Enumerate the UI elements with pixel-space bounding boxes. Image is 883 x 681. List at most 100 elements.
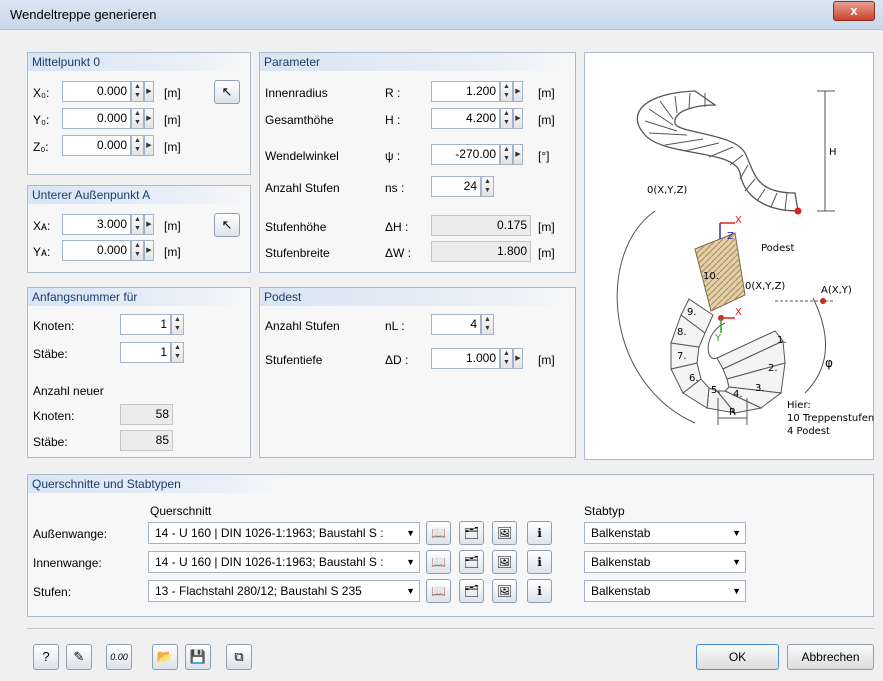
wendelwinkel-symbol: ψ :	[385, 149, 401, 163]
new-section-button[interactable]: 🗂	[459, 550, 484, 574]
y0-spinner[interactable]: ▲ ▼	[131, 108, 144, 129]
edit-section-icon: 🖼	[496, 526, 513, 540]
edit-note-icon: ✎	[73, 649, 85, 664]
new-folder-icon: 🗂	[463, 526, 480, 540]
cancel-button[interactable]: Abbrechen	[787, 644, 874, 670]
comment-button[interactable]: ✎	[66, 644, 92, 670]
stufentiefe-symbol: ΔD :	[385, 353, 409, 367]
new-folder-icon: 🗂	[463, 584, 480, 598]
x0-arrow[interactable]: ▶	[144, 81, 154, 102]
step-label-1: 1.	[777, 335, 787, 346]
aussenwange-label: Außenwange:	[33, 527, 108, 541]
info-icon: ℹ	[537, 555, 542, 569]
edit-section-icon: 🖼	[496, 584, 513, 598]
stufentiefe-spinner[interactable]: ▲ ▼	[500, 348, 513, 369]
edit-section-button[interactable]: 🖼	[492, 579, 517, 603]
stufen-querschnitt-value: 13 - Flachstahl 280/12; Baustahl S 235	[155, 584, 362, 598]
stufentiefe-input[interactable]: 1.000	[431, 348, 500, 369]
staebe-spinner[interactable]: ▲ ▼	[171, 342, 184, 363]
anzahl-stufen-spinner[interactable]: ▲ ▼	[481, 176, 494, 197]
xa-unit: [m]	[164, 219, 181, 233]
innenwange-stabtyp-select[interactable]: Balkenstab ▼	[584, 551, 746, 573]
open-button[interactable]: 📂	[152, 644, 178, 670]
stufen-querschnitt-select[interactable]: 13 - Flachstahl 280/12; Baustahl S 235 ▼	[148, 580, 420, 602]
ya-spinner[interactable]: ▲ ▼	[131, 240, 144, 261]
stufen-stabtyp-select[interactable]: Balkenstab ▼	[584, 580, 746, 602]
close-button[interactable]: x	[833, 1, 875, 21]
open-folder-icon: 📂	[156, 649, 174, 664]
knoten-input[interactable]: 1	[120, 314, 171, 335]
innenradius-input[interactable]: 1.200	[431, 81, 500, 102]
phi-label: φ	[825, 356, 833, 370]
stufenhoehe-symbol: ΔH :	[385, 220, 409, 234]
note-line-3: 4 Podest	[787, 426, 830, 437]
cursor-pick-icon: ↖	[221, 84, 233, 99]
library-button[interactable]: 📖	[426, 579, 451, 603]
import-button[interactable]: ⧉	[226, 644, 252, 670]
xa-spinner[interactable]: ▲ ▼	[131, 214, 144, 235]
gesamthoehe-spinner[interactable]: ▲ ▼	[500, 108, 513, 129]
gesamthoehe-input[interactable]: 4.200	[431, 108, 500, 129]
info-button[interactable]: ℹ	[527, 579, 552, 603]
step-label-3: 3.	[755, 383, 765, 394]
wendelwinkel-spinner[interactable]: ▲ ▼	[500, 144, 513, 165]
innenwange-querschnitt-value: 14 - U 160 | DIN 1026-1:1963; Baustahl S…	[155, 555, 384, 569]
gesamthoehe-symbol: H :	[385, 113, 401, 127]
innenradius-arrow[interactable]: ▶	[513, 81, 523, 102]
units-button[interactable]: 0.00	[106, 644, 132, 670]
step-label-5: 5.	[711, 385, 721, 396]
aussenwange-stabtyp-select[interactable]: Balkenstab ▼	[584, 522, 746, 544]
step-label-2: 2.	[768, 363, 778, 374]
wendelwinkel-arrow[interactable]: ▶	[513, 144, 523, 165]
y0-unit: [m]	[164, 113, 181, 127]
x0-spinner[interactable]: ▲ ▼	[131, 81, 144, 102]
origin-label-bottom: 0(X,Y,Z)	[745, 281, 785, 292]
pick-point-0-button[interactable]: ↖	[214, 80, 240, 104]
x0-input[interactable]: 0.000	[62, 81, 131, 102]
innenradius-spinner[interactable]: ▲ ▼	[500, 81, 513, 102]
units-icon: 0.00	[110, 652, 128, 662]
z0-label: Z₀:	[33, 140, 49, 154]
z0-spinner[interactable]: ▲ ▼	[131, 135, 144, 156]
edit-section-button[interactable]: 🖼	[492, 550, 517, 574]
staebe-label: Stäbe:	[33, 347, 68, 361]
y0-arrow[interactable]: ▶	[144, 108, 154, 129]
save-button[interactable]: 💾	[185, 644, 211, 670]
help-button[interactable]: ?	[33, 644, 59, 670]
gesamthoehe-arrow[interactable]: ▶	[513, 108, 523, 129]
xa-input[interactable]: 3.000	[62, 214, 131, 235]
staebe-input[interactable]: 1	[120, 342, 171, 363]
edit-section-button[interactable]: 🖼	[492, 521, 517, 545]
ya-arrow[interactable]: ▶	[144, 240, 154, 261]
new-section-button[interactable]: 🗂	[459, 579, 484, 603]
ya-input[interactable]: 0.000	[62, 240, 131, 261]
info-button[interactable]: ℹ	[527, 521, 552, 545]
z0-input[interactable]: 0.000	[62, 135, 131, 156]
podest-anzahl-label: Anzahl Stufen	[265, 319, 340, 333]
stufentiefe-arrow[interactable]: ▶	[513, 348, 523, 369]
innenwange-querschnitt-select[interactable]: 14 - U 160 | DIN 1026-1:1963; Baustahl S…	[148, 551, 420, 573]
step-label-10: 10.	[703, 271, 719, 282]
anzahl-stufen-input[interactable]: 24	[431, 176, 481, 197]
library-button[interactable]: 📖	[426, 521, 451, 545]
staircase-diagram: H 0(X,Y,Z) X Z Podest 0(X,Y,Z) A(X,Y) X …	[584, 52, 874, 460]
window-title: Wendeltreppe generieren	[10, 7, 157, 22]
save-icon: 💾	[189, 649, 207, 664]
aussenwange-querschnitt-select[interactable]: 14 - U 160 | DIN 1026-1:1963; Baustahl S…	[148, 522, 420, 544]
pick-point-a-button[interactable]: ↖	[214, 213, 240, 237]
step-label-9: 9.	[687, 307, 697, 318]
new-section-button[interactable]: 🗂	[459, 521, 484, 545]
podest-anzahl-symbol: nL :	[385, 319, 405, 333]
xa-arrow[interactable]: ▶	[144, 214, 154, 235]
wendelwinkel-input[interactable]: -270.00	[431, 144, 500, 165]
z0-arrow[interactable]: ▶	[144, 135, 154, 156]
library-button[interactable]: 📖	[426, 550, 451, 574]
info-button[interactable]: ℹ	[527, 550, 552, 574]
podest-anzahl-spinner[interactable]: ▲ ▼	[481, 314, 494, 335]
podest-anzahl-input[interactable]: 4	[431, 314, 481, 335]
y0-input[interactable]: 0.000	[62, 108, 131, 129]
neu-knoten-label: Knoten:	[33, 409, 75, 423]
ok-button[interactable]: OK	[696, 644, 779, 670]
staircase-illustration: H 0(X,Y,Z) X Z Podest 0(X,Y,Z) A(X,Y) X …	[616, 90, 874, 437]
knoten-spinner[interactable]: ▲ ▼	[171, 314, 184, 335]
